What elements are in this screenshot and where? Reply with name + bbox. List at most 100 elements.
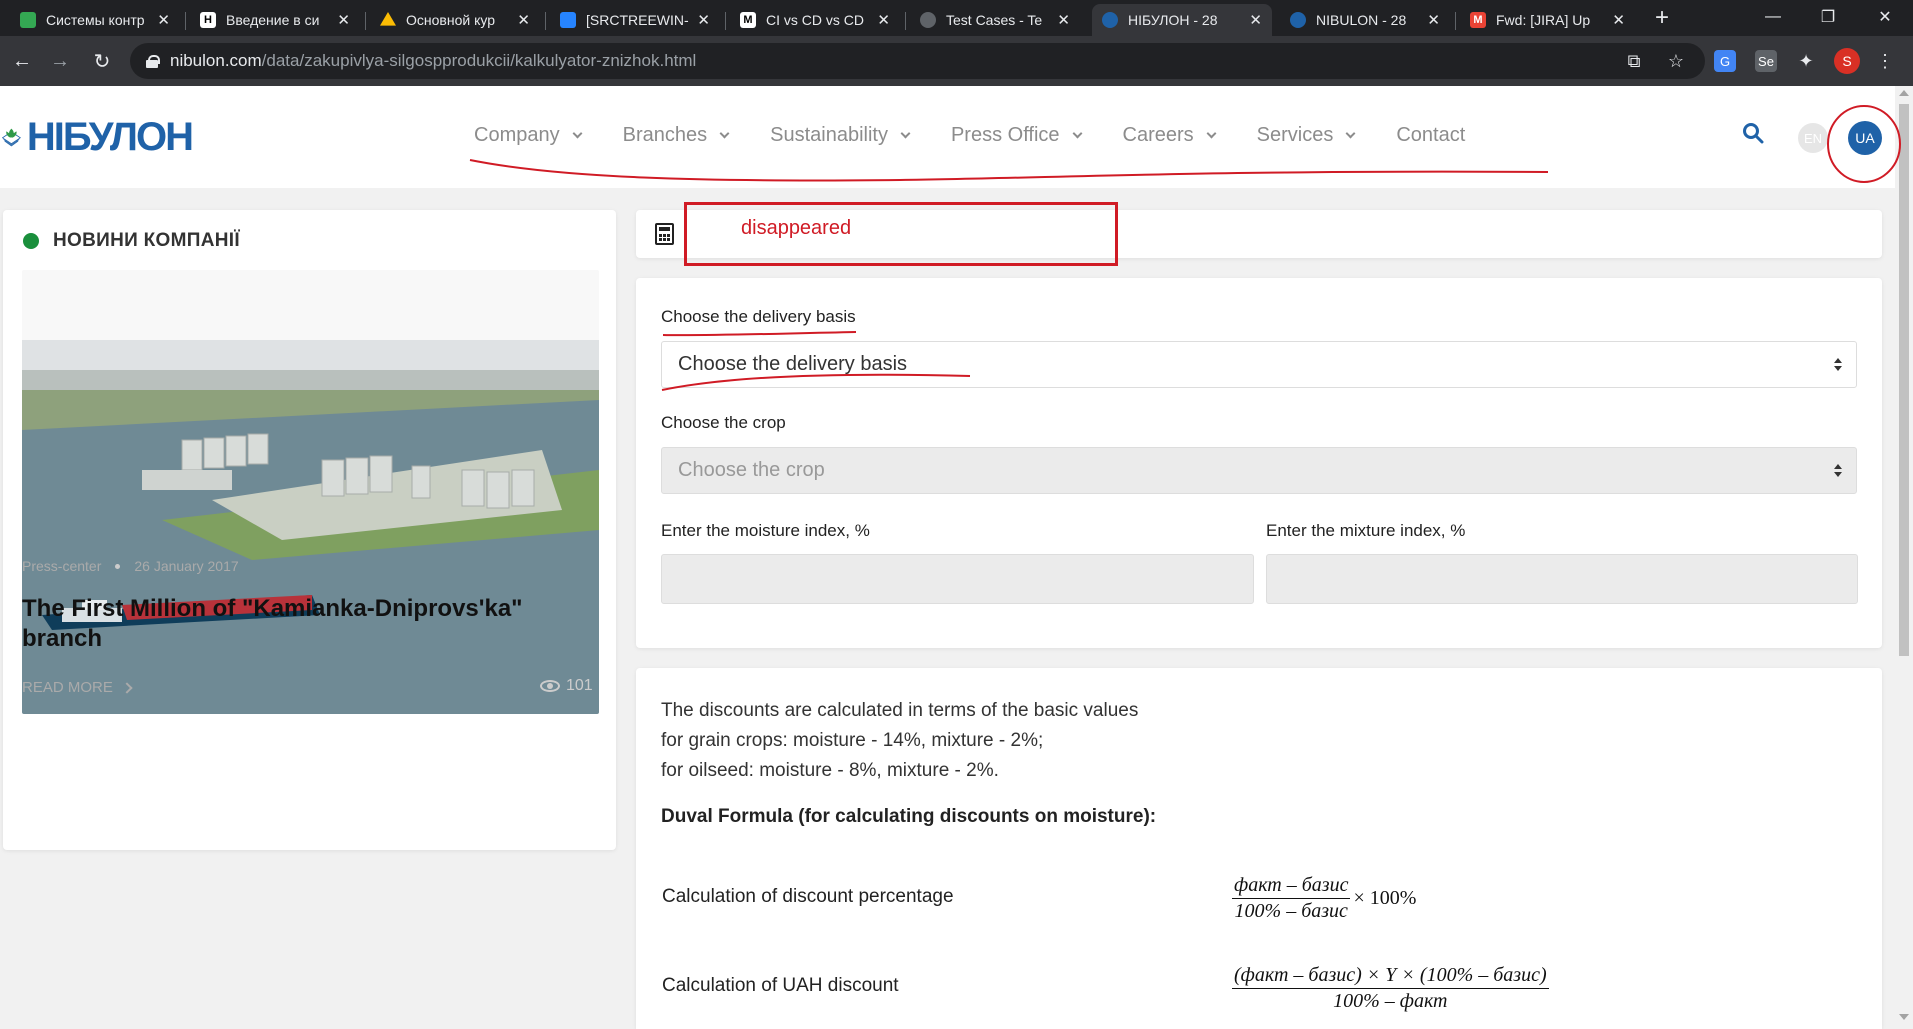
nav-services[interactable]: Services	[1257, 124, 1356, 147]
tab-favicon-icon: H	[200, 12, 216, 28]
site-header: НІБУЛОН Company Branches Sustainability …	[0, 86, 1895, 188]
main-nav: Company Branches Sustainability Press Of…	[474, 124, 1507, 147]
meta-separator-dot	[115, 563, 121, 569]
news-section-header: НОВИНИ КОМПАНІЇ	[23, 230, 240, 252]
delivery-basis-select[interactable]: Choose the delivery basis	[661, 341, 1857, 388]
uah-discount-formula: (факт – базис) × Y × (100% – базис) 100% …	[1232, 964, 1549, 1012]
browser-tab[interactable]: [SRCTREEWIN- ✕	[550, 4, 720, 36]
nav-branches[interactable]: Branches	[623, 124, 730, 147]
nav-press-office[interactable]: Press Office	[951, 124, 1082, 147]
chevron-down-icon	[1345, 128, 1356, 138]
nav-sustainability[interactable]: Sustainability	[770, 124, 911, 147]
jira-icon	[560, 12, 576, 28]
google-translate-extension-icon[interactable]: G	[1714, 50, 1736, 72]
selenium-extension-icon[interactable]: Se	[1755, 50, 1777, 72]
select-arrows-icon	[1834, 464, 1842, 478]
close-tab-icon[interactable]: ✕	[337, 11, 350, 29]
nav-contact[interactable]: Contact	[1396, 124, 1465, 147]
close-tab-icon[interactable]: ✕	[877, 11, 890, 29]
gmail-icon: M	[1470, 12, 1486, 28]
green-dot-icon	[23, 233, 39, 249]
browser-tab[interactable]: M CI vs CD vs CD ✕	[730, 4, 900, 36]
news-headline[interactable]: The First Million of "Kamianka-Dniprovs'…	[22, 594, 582, 654]
discount-calculator-form: Choose the delivery basis Choose the del…	[636, 278, 1882, 648]
mixture-label: Enter the mixture index, %	[1266, 521, 1466, 540]
uah-discount-label: Calculation of UAH discount	[662, 975, 899, 996]
discount-info-card: The discounts are calculated in terms of…	[636, 668, 1882, 1029]
duval-formula-title: Duval Formula (for calculating discounts…	[661, 806, 1157, 827]
nibulon-favicon-icon	[1102, 12, 1118, 28]
page-scrollbar[interactable]	[1895, 86, 1913, 1029]
address-bar[interactable]: nibulon.com/data/zakupivlya-silgospprodu…	[130, 43, 1705, 79]
forward-arrow-icon[interactable]: →	[46, 47, 74, 75]
browser-toolbar: ← → ↻ nibulon.com/data/zakupivlya-silgos…	[0, 36, 1913, 86]
calculator-icon	[655, 223, 674, 245]
logo-wordmark: НІБУЛОН	[26, 114, 194, 159]
reload-icon[interactable]: ↻	[88, 47, 116, 75]
close-tab-icon[interactable]: ✕	[1612, 11, 1625, 29]
search-icon[interactable]	[1742, 122, 1764, 144]
company-news-card: НОВИНИ КОМПАНІЇ Press-center 26 January …	[3, 210, 616, 850]
lang-ua-button[interactable]: UA	[1848, 121, 1882, 155]
news-category[interactable]: Press-center	[22, 558, 101, 574]
chevron-down-icon	[1206, 128, 1217, 138]
news-meta: Press-center 26 January 2017	[22, 558, 239, 574]
extensions-puzzle-icon[interactable]: ✦	[1795, 50, 1817, 72]
moisture-label: Enter the moisture index, %	[661, 521, 870, 540]
discount-percentage-formula: факт – базис 100% – базис × 100%	[1232, 874, 1417, 922]
bookmark-star-icon[interactable]: ☆	[1666, 51, 1686, 71]
select-arrows-icon	[1834, 358, 1842, 372]
close-window-icon[interactable]: ✕	[1857, 0, 1913, 34]
close-tab-icon[interactable]: ✕	[1057, 11, 1070, 29]
discount-percentage-label: Calculation of discount percentage	[662, 886, 954, 907]
nav-careers[interactable]: Careers	[1123, 124, 1217, 147]
tab-favicon-icon	[920, 12, 936, 28]
close-tab-icon[interactable]: ✕	[157, 11, 170, 29]
drive-icon	[380, 12, 396, 26]
chevron-down-icon	[719, 128, 730, 138]
basic-values-text: The discounts are calculated in terms of…	[661, 700, 1139, 781]
close-tab-icon[interactable]: ✕	[517, 11, 530, 29]
tab-favicon-icon	[20, 12, 36, 28]
browser-tab[interactable]: Системы контр ✕	[10, 4, 180, 36]
browser-tab[interactable]: NIBULON - 28 ✕	[1280, 4, 1450, 36]
nibulon-favicon-icon	[1290, 12, 1306, 28]
moisture-input[interactable]	[661, 554, 1254, 604]
restore-icon[interactable]: ❐	[1800, 0, 1856, 34]
crop-select[interactable]: Choose the crop	[661, 447, 1857, 494]
calculator-title-card	[636, 210, 1882, 258]
scroll-up-arrow-icon[interactable]	[1899, 90, 1909, 96]
delivery-basis-label: Choose the delivery basis	[661, 307, 856, 326]
browser-tab-bar: Системы контр ✕ H Введение в си ✕ Основн…	[0, 0, 1913, 36]
profile-avatar[interactable]: S	[1834, 48, 1860, 74]
lang-en-button[interactable]: EN	[1798, 123, 1828, 153]
browser-tab-active[interactable]: НІБУЛОН - 28 ✕	[1092, 4, 1272, 36]
lock-icon	[146, 55, 160, 68]
nibulon-logo[interactable]: НІБУЛОН	[2, 100, 194, 174]
close-tab-icon[interactable]: ✕	[1249, 11, 1262, 29]
browser-tab[interactable]: M Fwd: [JIRA] Up ✕	[1460, 4, 1635, 36]
menu-kebab-icon[interactable]: ⋮	[1874, 50, 1896, 72]
translate-icon[interactable]: ⧉	[1624, 51, 1644, 71]
news-views: 101	[540, 677, 593, 695]
close-tab-icon[interactable]: ✕	[1427, 11, 1440, 29]
new-tab-button[interactable]: +	[1648, 4, 1676, 32]
close-tab-icon[interactable]: ✕	[697, 11, 710, 29]
read-more-link[interactable]: READ MORE	[22, 679, 133, 696]
minimize-icon[interactable]: —	[1745, 0, 1801, 34]
browser-tab[interactable]: H Введение в си ✕	[190, 4, 360, 36]
chevron-right-icon	[121, 681, 133, 694]
scroll-down-arrow-icon[interactable]	[1899, 1014, 1909, 1020]
mixture-input[interactable]	[1266, 554, 1858, 604]
browser-tab[interactable]: Основной кур ✕	[370, 4, 540, 36]
chevron-down-icon	[1072, 128, 1082, 138]
chevron-down-icon	[572, 128, 583, 138]
crop-label: Choose the crop	[661, 413, 786, 432]
scrollbar-thumb[interactable]	[1899, 104, 1909, 656]
browser-tab[interactable]: Test Cases - Te ✕	[910, 4, 1080, 36]
logo-emblem-icon	[2, 128, 21, 147]
eye-icon	[540, 680, 560, 692]
news-date: 26 January 2017	[134, 558, 239, 574]
back-arrow-icon[interactable]: ←	[8, 47, 36, 75]
nav-company[interactable]: Company	[474, 124, 583, 147]
